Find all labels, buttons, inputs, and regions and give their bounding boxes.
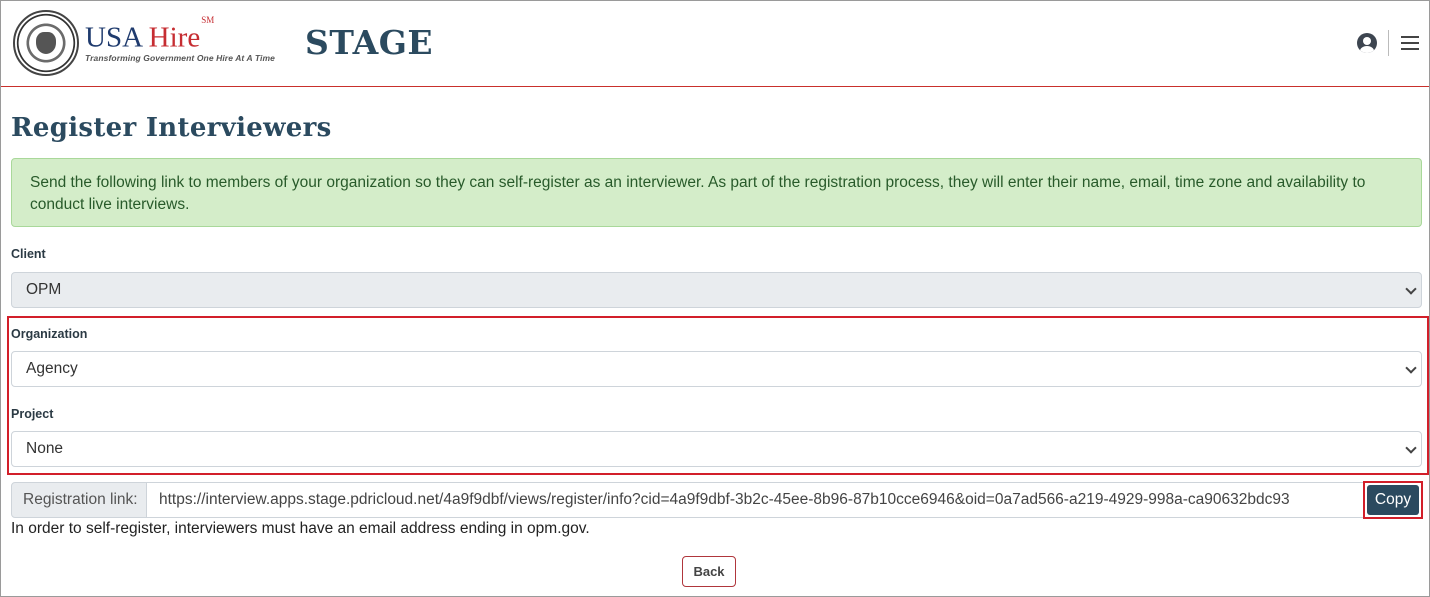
back-button[interactable]: Back bbox=[682, 556, 736, 587]
page-title: Register Interviewers bbox=[11, 113, 332, 143]
client-select-value: OPM bbox=[26, 281, 62, 298]
organization-select-value: Agency bbox=[26, 360, 78, 377]
registration-link-input[interactable]: https://interview.apps.stage.pdricloud.n… bbox=[146, 482, 1365, 518]
organization-select[interactable]: Agency bbox=[11, 351, 1422, 387]
app-header: USA HireSM Transforming Government One H… bbox=[1, 1, 1429, 87]
logo-hire-text: Hire bbox=[148, 21, 201, 54]
logo-usa-text: USA bbox=[85, 21, 142, 54]
chevron-down-icon bbox=[1405, 442, 1417, 454]
client-select[interactable]: OPM bbox=[11, 272, 1422, 308]
project-select-value: None bbox=[26, 440, 64, 457]
user-circle-icon[interactable] bbox=[1357, 33, 1377, 53]
header-divider bbox=[1388, 30, 1389, 56]
chevron-down-icon bbox=[1405, 362, 1417, 374]
copy-highlight: Copy bbox=[1363, 481, 1423, 519]
info-alert: Send the following link to members of yo… bbox=[11, 158, 1422, 227]
client-label: Client bbox=[11, 247, 46, 261]
project-select[interactable]: None bbox=[11, 431, 1422, 467]
usa-hire-logo[interactable]: USA HireSM Transforming Government One H… bbox=[85, 15, 275, 63]
chevron-down-icon bbox=[1405, 283, 1417, 295]
registration-link-label: Registration link: bbox=[11, 482, 147, 518]
opm-seal-logo bbox=[13, 10, 79, 76]
logo-sm-mark: SM bbox=[201, 15, 215, 25]
registration-link-group: Registration link: https://interview.app… bbox=[11, 481, 1423, 519]
email-requirement-note: In order to self-register, interviewers … bbox=[11, 520, 590, 537]
project-label: Project bbox=[11, 407, 54, 421]
logo-tagline: Transforming Government One Hire At A Ti… bbox=[85, 52, 275, 63]
copy-button[interactable]: Copy bbox=[1367, 485, 1419, 515]
hamburger-menu-icon[interactable] bbox=[1401, 36, 1419, 50]
environment-label: STAGE bbox=[305, 23, 434, 62]
organization-label: Organization bbox=[11, 327, 88, 341]
